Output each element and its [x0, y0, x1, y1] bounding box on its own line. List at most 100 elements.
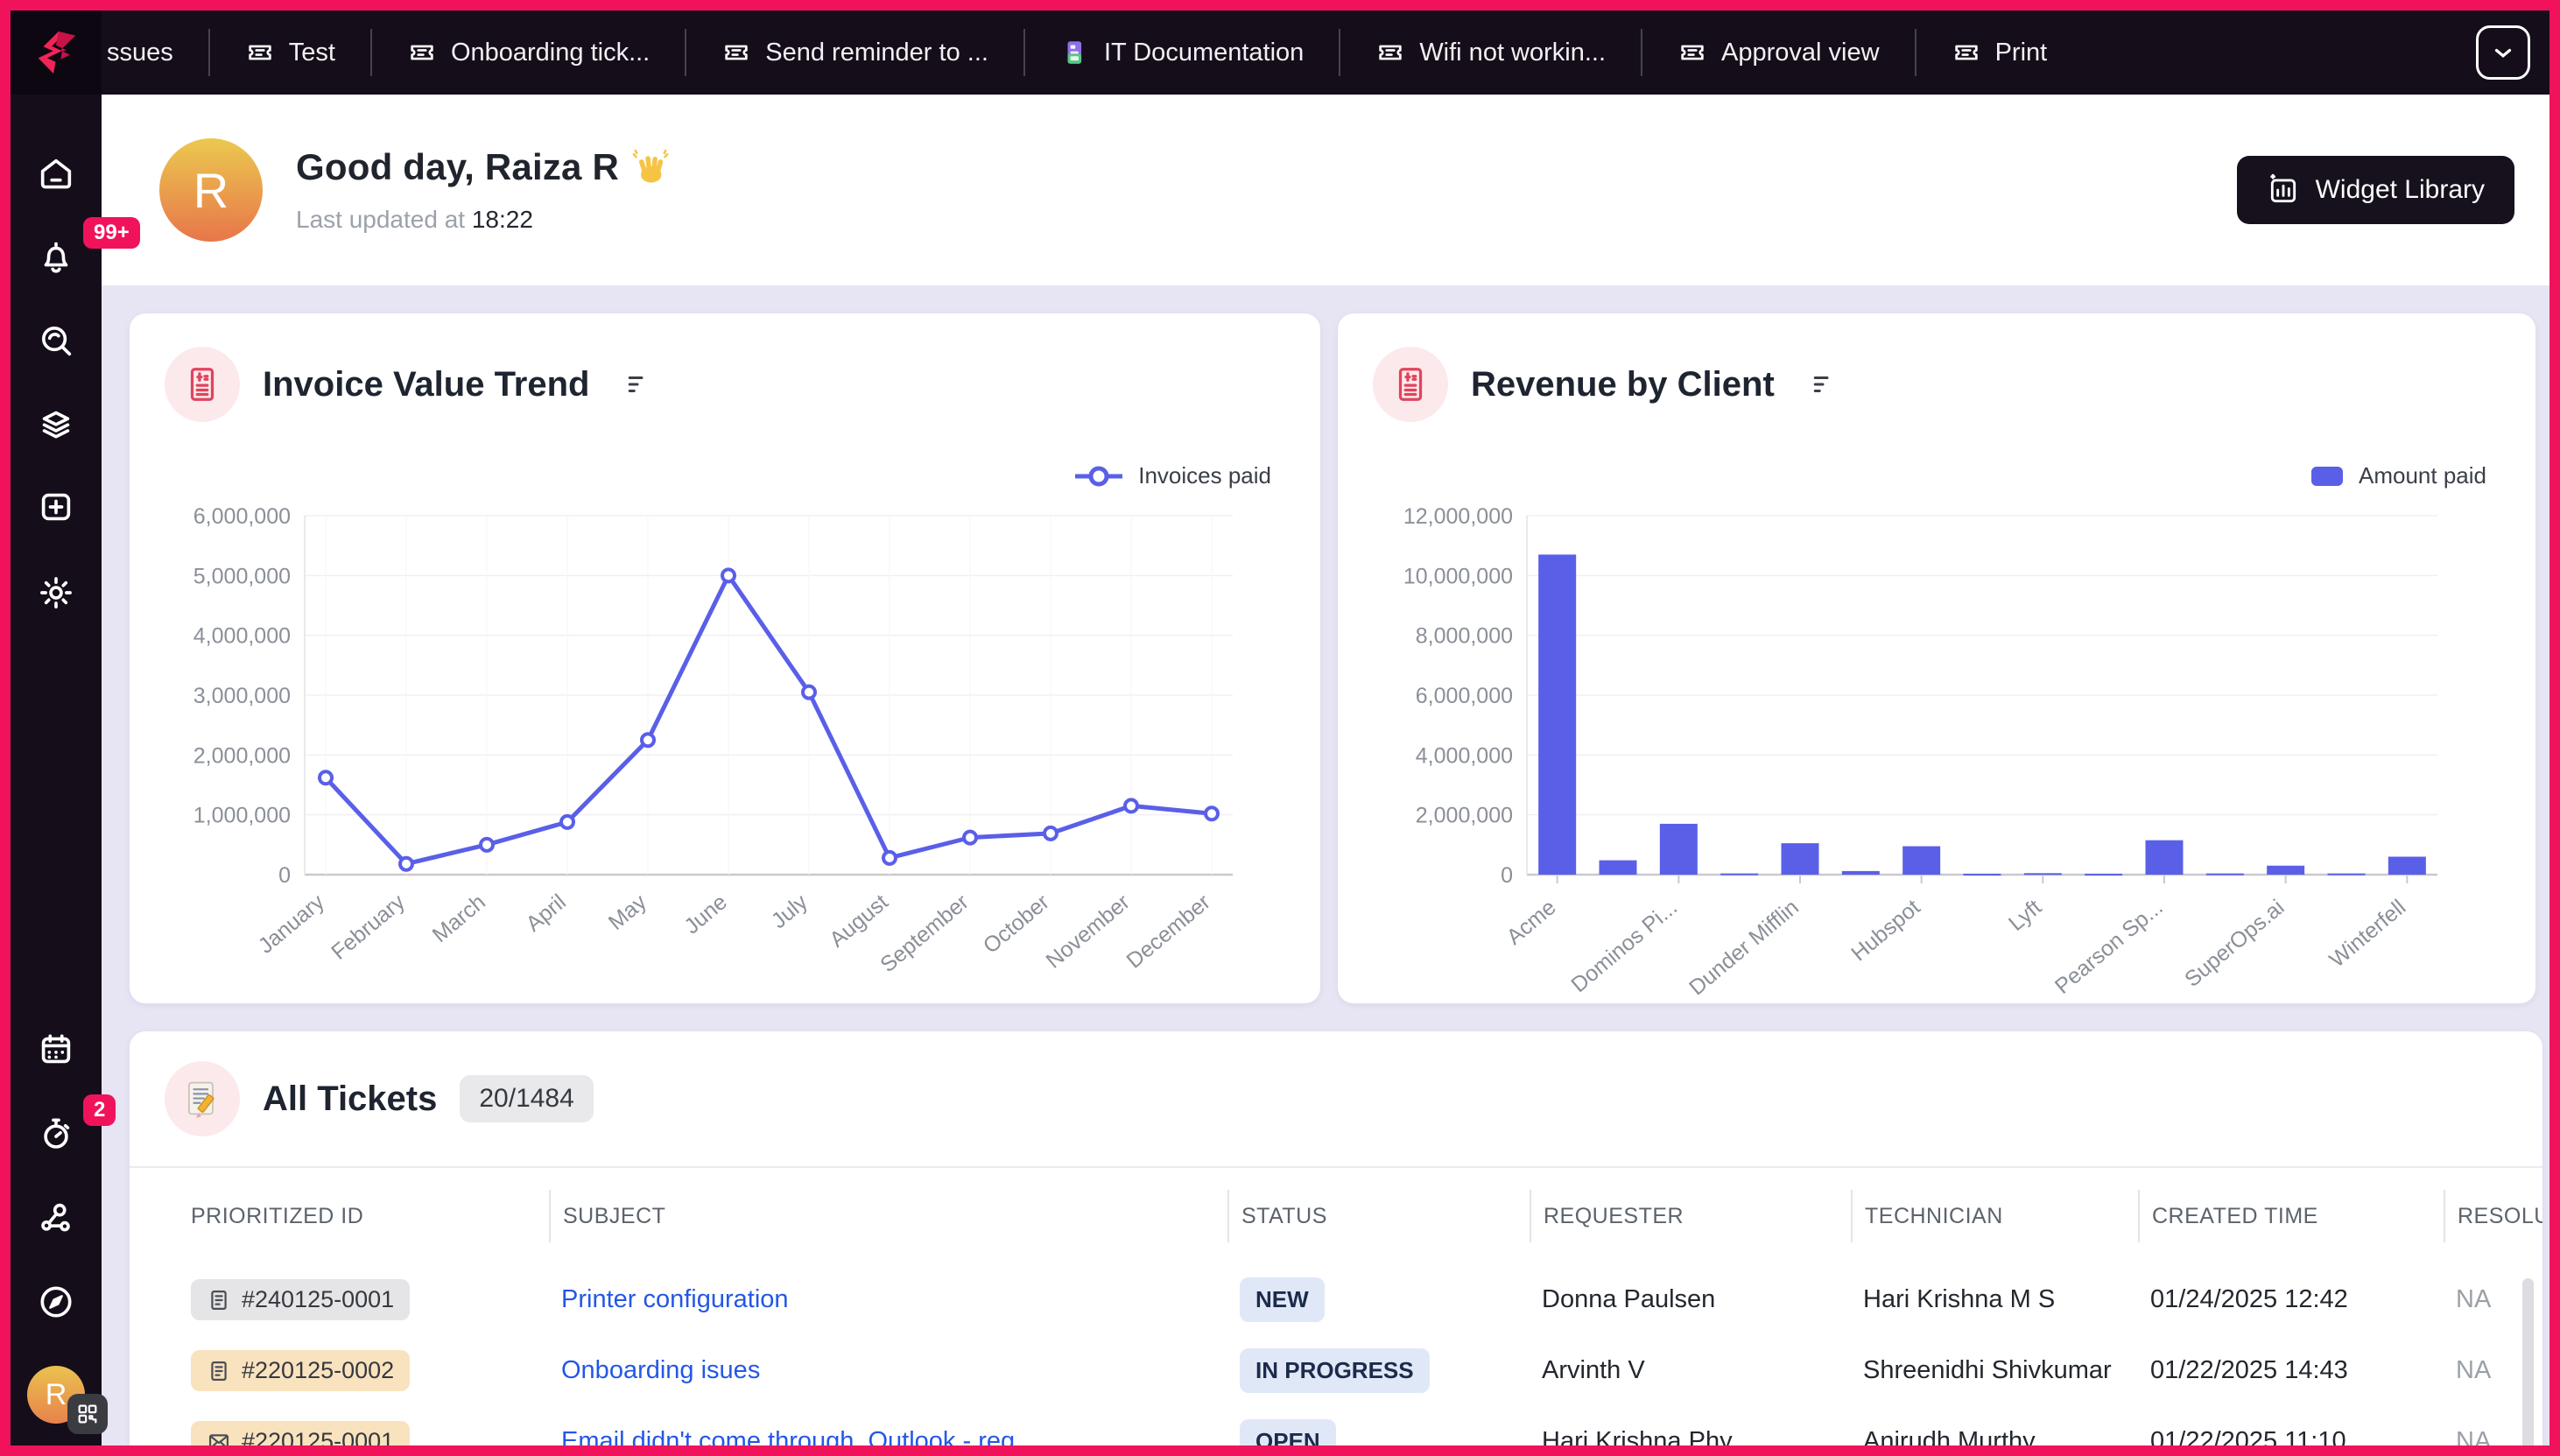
note-icon: [207, 1288, 231, 1312]
mail-icon: [207, 1430, 231, 1446]
svg-text:June: June: [679, 890, 732, 939]
column-header-technician[interactable]: TECHNICIAN: [1851, 1190, 2138, 1242]
tab-send-reminder-to[interactable]: Send reminder to ...: [686, 11, 1023, 95]
sidebar-item-create[interactable]: [11, 487, 102, 527]
column-header-created-time[interactable]: CREATED TIME: [2138, 1190, 2444, 1242]
requester-cell: Donna Paulsen: [1530, 1285, 1851, 1314]
tab-test[interactable]: Test: [210, 11, 370, 95]
table-row[interactable]: #220125-0001 Email didn't come through. …: [130, 1406, 2542, 1445]
svg-text:3,000,000: 3,000,000: [193, 684, 291, 708]
ticket-count-badge: 20/1484: [460, 1075, 593, 1122]
sidebar-item-share[interactable]: [11, 1198, 102, 1238]
sidebar-item-calendar[interactable]: [11, 1030, 102, 1070]
line-chart-legend: Invoices paid: [130, 422, 1320, 489]
tab-ssues[interactable]: ssues: [102, 11, 208, 95]
table-row[interactable]: #220125-0002 Onboarding isues IN PROGRES…: [130, 1335, 2542, 1406]
sidebar-item-modules[interactable]: [11, 403, 102, 443]
sidebar-user-avatar[interactable]: R: [11, 1366, 102, 1424]
tab-approval-view[interactable]: Approval view: [1642, 11, 1915, 95]
ticket-id-badge: #240125-0001: [191, 1279, 410, 1320]
tab-label: Print: [1995, 39, 2048, 67]
created-time-cell: 01/22/2025 11:10: [2138, 1427, 2444, 1445]
sidebar-item-home[interactable]: [11, 154, 102, 194]
widget-title: Invoice Value Trend: [263, 365, 589, 404]
column-header-resolut[interactable]: RESOLUT: [2444, 1190, 2542, 1242]
widget-title: Revenue by Client: [1471, 365, 1775, 404]
tab-overflow-button[interactable]: [2476, 25, 2530, 80]
memo-icon: [179, 1076, 225, 1122]
svg-text:1,000,000: 1,000,000: [193, 804, 291, 828]
page-title: Good day, Raiza R: [296, 146, 619, 188]
technician-cell: Hari Krishna M S: [1851, 1285, 2138, 1314]
svg-text:February: February: [327, 890, 410, 965]
qr-badge[interactable]: [67, 1394, 108, 1434]
column-header-requester[interactable]: REQUESTER: [1530, 1190, 1851, 1242]
ticket-subject-link[interactable]: Printer configuration: [561, 1285, 789, 1313]
svg-text:2,000,000: 2,000,000: [193, 743, 291, 768]
tab-wifi-not-workin[interactable]: Wifi not workin...: [1340, 11, 1641, 95]
svg-text:0: 0: [1501, 863, 1513, 888]
invoice-value-trend-chart: 01,000,0002,000,0003,000,0004,000,0005,0…: [138, 489, 1276, 1015]
tab-print[interactable]: Print: [1916, 11, 2083, 95]
sidebar-item-settings[interactable]: [11, 573, 102, 613]
ticket-subject-link[interactable]: Onboarding isues: [561, 1356, 760, 1384]
svg-text:Lyft: Lyft: [2004, 895, 2046, 936]
open-tabs: ssues Test Onboarding tick...Send reminder…: [102, 11, 2465, 95]
table-scrollbar[interactable]: [2522, 1278, 2534, 1445]
widget-filter-icon[interactable]: [1810, 371, 1836, 397]
svg-text:December: December: [1122, 890, 1215, 974]
sidebar-item-explore[interactable]: [11, 1282, 102, 1322]
sidebar-item-timer[interactable]: 2: [11, 1114, 102, 1154]
bar-series-marker-icon: [2310, 465, 2345, 488]
svg-text:August: August: [825, 890, 893, 953]
svg-text:March: March: [428, 890, 490, 947]
column-header-status[interactable]: STATUS: [1227, 1190, 1530, 1242]
tickets-table-header: PRIORITIZED IDSUBJECTSTATUSREQUESTERTECH…: [130, 1168, 2542, 1264]
tab-onboarding-tick[interactable]: Onboarding tick...: [372, 11, 685, 95]
svg-text:May: May: [604, 890, 652, 935]
gear-icon: [36, 573, 76, 613]
invoice-icon: [182, 364, 222, 404]
svg-text:5,000,000: 5,000,000: [193, 564, 291, 588]
widget-library-button[interactable]: Widget Library: [2237, 156, 2514, 224]
share-nodes-icon: [36, 1198, 76, 1238]
wave-emoji-icon: [631, 148, 670, 186]
ticket-icon: [721, 38, 751, 67]
svg-text:4,000,000: 4,000,000: [193, 624, 291, 649]
tab-it-documentation[interactable]: IT Documentation: [1025, 11, 1339, 95]
svg-text:Acme: Acme: [1502, 895, 1561, 950]
svg-text:Hubspot: Hubspot: [1846, 895, 1924, 966]
svg-text:November: November: [1042, 890, 1135, 974]
invoice-icon-circle: [165, 347, 240, 422]
column-header-subject[interactable]: SUBJECT: [549, 1190, 1227, 1242]
tab-label: Test: [289, 39, 335, 67]
svg-text:April: April: [522, 890, 571, 937]
invoice-icon-circle: [1373, 347, 1448, 422]
status-badge: IN PROGRESS: [1240, 1348, 1430, 1393]
app-logo[interactable]: [11, 11, 102, 95]
tickets-table: PRIORITIZED IDSUBJECTSTATUSREQUESTERTECH…: [130, 1166, 2542, 1445]
requester-cell: Hari Krishna Phy: [1530, 1427, 1851, 1445]
table-row[interactable]: #240125-0001 Printer configuration NEW D…: [130, 1264, 2542, 1335]
home-icon: [36, 154, 76, 194]
widget-title: All Tickets: [263, 1080, 437, 1119]
svg-text:12,000,000: 12,000,000: [1403, 504, 1513, 529]
sidebar-item-search[interactable]: [11, 320, 102, 361]
svg-text:8,000,000: 8,000,000: [1416, 624, 1513, 649]
status-badge: OPEN: [1240, 1419, 1336, 1445]
ticket-subject-link[interactable]: Email didn't come through. Outlook - reg: [561, 1427, 1015, 1445]
sidebar-item-notifications[interactable]: 99+: [11, 236, 102, 277]
technician-cell: Anirudh Murthy: [1851, 1427, 2138, 1445]
status-badge: NEW: [1240, 1277, 1325, 1322]
ticket-icon: [1375, 38, 1405, 67]
user-avatar[interactable]: R: [159, 138, 263, 242]
widget-filter-icon[interactable]: [624, 371, 651, 397]
plus-square-icon: [36, 487, 76, 527]
tab-label: ssues: [107, 39, 173, 67]
invoice-value-trend-widget: Invoice Value Trend Invoices paid 01,000…: [130, 313, 1320, 1003]
search-icon: [36, 320, 76, 361]
app-window: ssues Test Onboarding tick...Send reminder…: [11, 11, 2549, 1445]
svg-text:SuperOps.ai: SuperOps.ai: [2180, 895, 2289, 992]
svg-text:Dunder Mifflin: Dunder Mifflin: [1684, 895, 1804, 1000]
column-header-prioritized-id[interactable]: PRIORITIZED ID: [191, 1190, 549, 1242]
